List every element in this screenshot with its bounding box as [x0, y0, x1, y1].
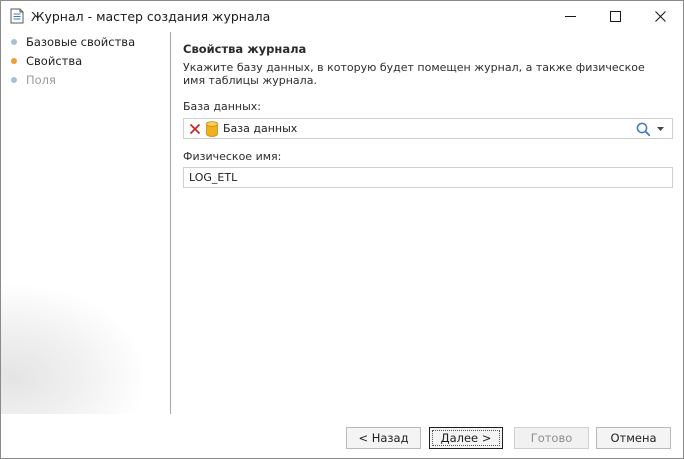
database-value: База данных — [223, 122, 298, 135]
maximize-icon — [609, 11, 621, 22]
database-selector[interactable]: База данных — [183, 118, 673, 139]
database-icon — [206, 121, 218, 137]
physical-name-input[interactable] — [183, 167, 673, 188]
step-label: Свойства — [26, 54, 83, 68]
wizard-footer: < Назад Далее > Готово Отмена — [1, 414, 683, 458]
step-fields: Поля — [11, 72, 56, 88]
clear-icon[interactable] — [188, 122, 202, 136]
cancel-button[interactable]: Отмена — [596, 427, 671, 449]
search-icon[interactable] — [636, 122, 651, 137]
finish-button: Готово — [514, 427, 589, 449]
database-label: База данных: — [183, 100, 262, 113]
physical-name-label: Физическое имя: — [183, 150, 282, 163]
step-base-properties[interactable]: Базовые свойства — [11, 34, 135, 50]
minimize-button[interactable] — [547, 1, 593, 32]
next-button-label: Далее > — [440, 431, 492, 445]
chevron-down-icon[interactable] — [657, 127, 664, 131]
maximize-button[interactable] — [592, 1, 638, 32]
close-icon — [654, 11, 666, 22]
page-description: Укажите базу данных, в которую будет пом… — [183, 61, 645, 87]
minimize-icon — [564, 16, 576, 17]
back-button[interactable]: < Назад — [346, 427, 421, 449]
title-bar: Журнал - мастер создания журнала — [1, 1, 683, 32]
step-properties[interactable]: Свойства — [11, 53, 82, 69]
step-bullet-icon — [11, 77, 17, 83]
close-button[interactable] — [637, 1, 683, 32]
next-button[interactable]: Далее > — [429, 427, 503, 449]
step-label: Базовые свойства — [26, 35, 136, 49]
step-bullet-icon — [11, 58, 17, 64]
document-icon — [10, 8, 24, 24]
wizard-steps-panel: Базовые свойства Свойства Поля — [1, 32, 171, 414]
step-label: Поля — [26, 73, 56, 87]
page-title: Свойства журнала — [183, 42, 307, 56]
window-title: Журнал - мастер создания журнала — [31, 9, 271, 24]
wizard-window: Журнал - мастер создания журнала Базовые… — [0, 0, 684, 459]
step-bullet-icon — [11, 39, 17, 45]
